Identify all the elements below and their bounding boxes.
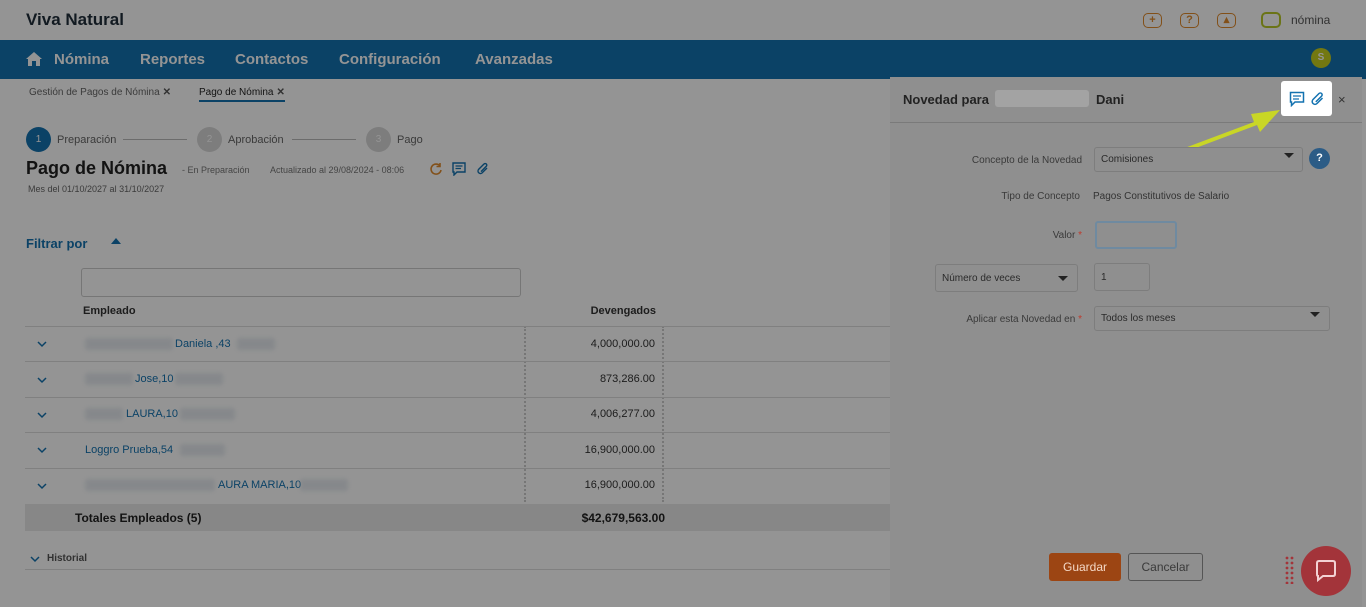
drag-handle-icon[interactable] xyxy=(1285,556,1295,584)
aplicar-label: Aplicar esta Novedad en * xyxy=(925,314,1082,325)
veces-input[interactable]: 1 xyxy=(1094,263,1150,291)
save-button[interactable]: Guardar xyxy=(1049,553,1121,581)
redacted-text xyxy=(995,90,1089,107)
chat-icon[interactable] xyxy=(1314,559,1338,583)
concepto-label: Concepto de la Novedad xyxy=(971,155,1082,166)
tipo-label: Tipo de Concepto xyxy=(1001,191,1080,202)
valor-label: Valor * xyxy=(925,230,1082,241)
chevron-down-icon[interactable] xyxy=(1310,312,1320,317)
valor-label-text: Valor xyxy=(1052,230,1076,241)
aplicar-label-text: Aplicar esta Novedad en xyxy=(966,314,1076,325)
panel-title: Novedad para xyxy=(903,92,989,107)
required-marker: * xyxy=(1078,314,1082,325)
attachment-icon[interactable] xyxy=(1310,91,1326,107)
veces-select[interactable]: Número de veces xyxy=(935,264,1078,292)
chevron-down-icon[interactable] xyxy=(1284,153,1294,158)
valor-input[interactable] xyxy=(1095,221,1177,249)
tipo-value: Pagos Constitutivos de Salario xyxy=(1093,191,1230,202)
concepto-select[interactable]: Comisiones xyxy=(1094,147,1303,172)
chevron-down-icon[interactable] xyxy=(1058,276,1068,281)
comment-icon[interactable] xyxy=(1289,91,1305,107)
close-icon[interactable]: × xyxy=(1338,92,1346,107)
aplicar-select[interactable]: Todos los meses xyxy=(1094,306,1330,331)
cancel-button[interactable]: Cancelar xyxy=(1128,553,1203,581)
help-icon[interactable]: ? xyxy=(1309,148,1330,169)
panel-employee-name: Dani xyxy=(1096,92,1125,107)
required-marker: * xyxy=(1078,230,1082,241)
panel-divider xyxy=(890,122,1362,123)
